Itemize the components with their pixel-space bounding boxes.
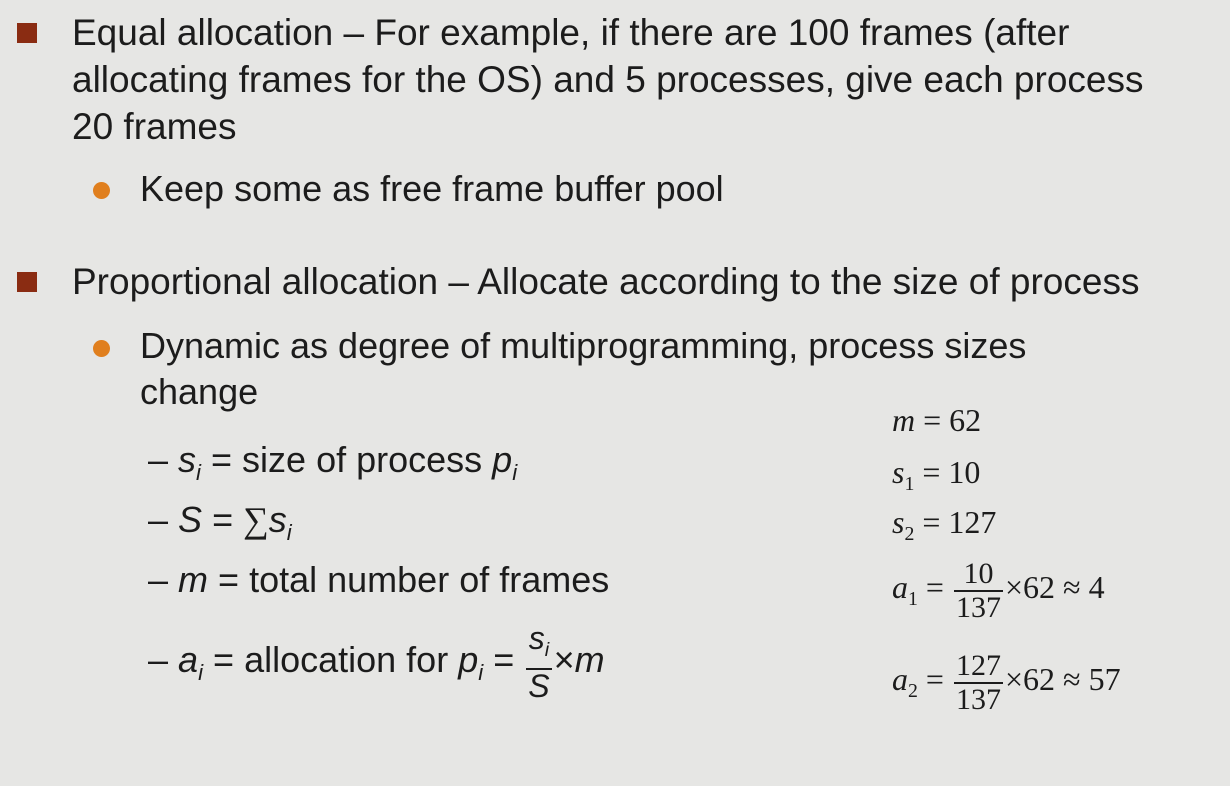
frac-num-sub: i [544,638,550,661]
definition-text: size of process [242,439,493,480]
value: 127 [948,504,997,540]
var-m: m [574,639,605,681]
subscript-i: i [286,519,292,545]
var-s: s [892,504,905,540]
equal-allocation-line3: 20 frames [72,106,237,147]
example-m: m = 62 [892,401,981,439]
fraction: si S [526,620,552,704]
var-m: m [178,559,209,600]
var-m: m [892,402,916,438]
frac-den: 137 [955,682,1001,716]
var-a: a [892,660,908,697]
times-sign: × [553,639,575,681]
equals: = [914,504,949,540]
var-a: a [178,639,199,681]
free-frame-pool-text: Keep some as free frame buffer pool [140,168,724,209]
var-s: s [268,499,287,540]
square-bullet-icon [17,23,37,43]
definition-m: – m = total number of frames [148,557,609,603]
slide: Equal allocation – For example, if there… [0,0,1230,786]
frac-num: 10 [953,558,1003,592]
fraction: 10 137 [953,558,1003,624]
equals: = [917,660,952,697]
var-p: p [492,439,513,480]
frac-den: S [528,667,550,704]
equal-allocation-line1: Equal allocation – For example, if there… [72,12,1070,53]
value: 62 [949,402,982,438]
equal-allocation-line2: allocating frames for the OS) and 5 proc… [72,59,1144,100]
sum-icon: ∑ [243,500,269,540]
definition-S: – S = ∑si [148,497,292,556]
frac-num: s [528,620,545,656]
var-S: S [178,499,203,540]
example-s2: s2 = 127 [892,503,996,553]
definition-text: total number of frames [249,559,610,600]
subscript: 1 [904,472,915,495]
definition-si: – si = size of process pi [148,437,517,496]
subscript: 1 [908,587,918,610]
dash: – [148,559,169,600]
var-s: s [892,454,905,490]
example-a1: a1 = 10 137 ×62 ≈ 4 [892,558,1105,623]
proportional-allocation-text: Proportional allocation – Allocate accor… [72,261,1140,302]
var-a: a [892,568,908,605]
frac-num: 127 [953,649,1003,684]
square-bullet-icon [17,272,37,292]
equals: = [483,639,525,681]
dash: – [148,499,169,540]
equals: = [915,402,950,438]
product-approx: ×62 ≈ 4 [1004,568,1105,605]
subscript-i: i [512,459,518,485]
subscript: 2 [904,522,915,545]
subscript: 2 [908,679,918,702]
var-s: s [178,439,197,480]
dash: – [148,439,169,480]
equals: = [208,559,250,600]
fraction: 127 137 [953,649,1003,716]
equals: = [917,568,952,605]
definition-ai: – ai = allocation for pi = si S ×m [148,620,605,704]
dynamic-line1: Dynamic as degree of multiprogramming, p… [140,325,1027,366]
example-s1: s1 = 10 [892,453,980,503]
dash: – [148,639,169,681]
example-a2: a2 = 127 137 ×62 ≈ 57 [892,650,1121,715]
dynamic-line2: change [140,371,259,412]
product-approx: ×62 ≈ 57 [1004,660,1121,697]
equals: = [914,454,949,490]
value: 10 [948,454,981,490]
equals: = [202,499,244,540]
round-bullet-icon [93,340,110,357]
equals: = [201,439,243,480]
var-p: p [458,639,479,681]
round-bullet-icon [93,182,110,199]
equals: = [203,639,245,681]
frac-den: 137 [955,590,1001,624]
definition-text: allocation for [244,639,459,681]
